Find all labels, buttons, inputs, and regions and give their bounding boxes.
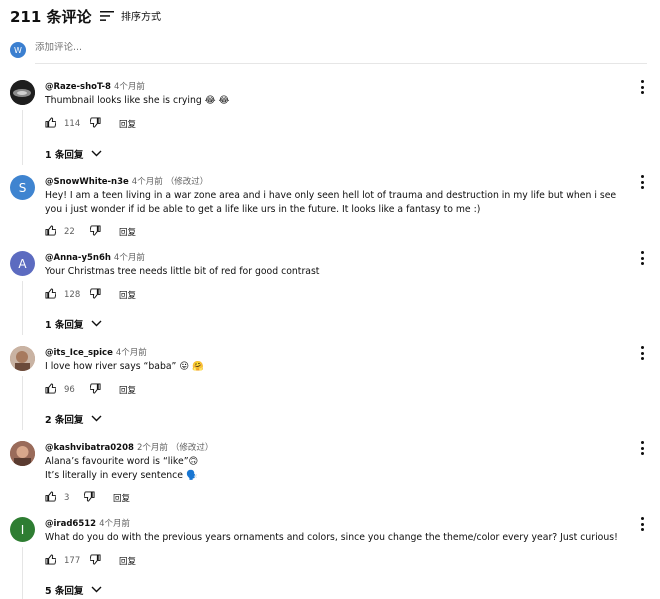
like-icon[interactable]: [45, 491, 57, 505]
dislike-icon[interactable]: [89, 554, 101, 568]
comment-count: 211 条评论: [10, 8, 92, 26]
avatar[interactable]: A: [10, 251, 35, 276]
like-count: 22: [64, 227, 75, 237]
chevron-down-icon: [91, 319, 102, 330]
comment-time[interactable]: 4个月前: [114, 253, 145, 263]
like-icon[interactable]: [45, 225, 57, 239]
comment-author[interactable]: @kashvibatra0208: [45, 443, 134, 453]
edited-label: （修改过）: [165, 177, 209, 187]
sort-label: 排序方式: [121, 12, 161, 23]
like-count: 3: [64, 493, 70, 503]
sort-icon: [100, 10, 114, 22]
reply-button[interactable]: 回复: [119, 118, 136, 130]
comment-text: I love how river says “baba” 😛 🤗: [45, 361, 204, 372]
add-comment-input[interactable]: [35, 42, 635, 53]
comment-text: Alana’s favourite word is “like”🙃 It’s li…: [45, 456, 199, 481]
comment-author[interactable]: @its_Ice_spice: [45, 348, 113, 358]
more-actions-icon[interactable]: [638, 346, 646, 360]
comment-author[interactable]: @Raze-shoT-8: [45, 82, 111, 92]
reply-button[interactable]: 回复: [119, 555, 136, 567]
chevron-down-icon: [91, 585, 102, 596]
edited-label: （修改过）: [170, 443, 214, 453]
current-user-avatar: W: [10, 42, 26, 58]
like-count: 96: [64, 385, 75, 395]
like-count: 114: [64, 119, 81, 129]
replies-label: 1 条回复: [45, 320, 84, 331]
more-actions-icon[interactable]: [638, 80, 646, 94]
thread-line: [22, 281, 23, 335]
replies-label: 2 条回复: [45, 415, 84, 426]
avatar[interactable]: [10, 441, 35, 466]
reply-button[interactable]: 回复: [119, 226, 136, 238]
comment-text: Your Christmas tree needs little bit of …: [45, 266, 320, 277]
like-icon[interactable]: [45, 554, 57, 568]
dislike-icon[interactable]: [89, 225, 101, 239]
avatar[interactable]: S: [10, 175, 35, 200]
comment-author[interactable]: @irad6512: [45, 519, 96, 529]
dislike-icon[interactable]: [83, 491, 95, 505]
thread-line: [22, 547, 23, 599]
more-actions-icon[interactable]: [638, 175, 646, 189]
like-icon[interactable]: [45, 117, 57, 131]
chevron-down-icon: [91, 149, 102, 160]
avatar[interactable]: [10, 346, 35, 371]
more-actions-icon[interactable]: [638, 251, 646, 265]
comment-text: Hey! I am a teen living in a war zone ar…: [45, 190, 617, 215]
avatar[interactable]: [10, 80, 35, 105]
like-icon[interactable]: [45, 288, 57, 302]
like-count: 128: [64, 290, 81, 300]
reply-button[interactable]: 回复: [119, 384, 136, 396]
comment-text: Thumbnail looks like she is crying 😂 😂: [45, 95, 230, 106]
sort-button[interactable]: 排序方式: [100, 8, 161, 23]
comment-time[interactable]: 4个月前: [114, 82, 145, 92]
comment-time[interactable]: 4个月前: [132, 177, 163, 187]
dislike-icon[interactable]: [89, 117, 101, 131]
comment-text: What do you do with the previous years o…: [45, 532, 618, 543]
chevron-down-icon: [91, 414, 102, 425]
like-icon[interactable]: [45, 383, 57, 397]
input-underline: [35, 63, 647, 64]
show-replies-button[interactable]: 2 条回复: [45, 412, 102, 426]
reply-button[interactable]: 回复: [119, 289, 136, 301]
more-actions-icon[interactable]: [638, 441, 646, 455]
like-count: 177: [64, 556, 81, 566]
dislike-icon[interactable]: [89, 383, 101, 397]
comment-time[interactable]: 4个月前: [116, 348, 147, 358]
more-actions-icon[interactable]: [638, 517, 646, 531]
comment-time[interactable]: 4个月前: [99, 519, 130, 529]
thread-line: [22, 376, 23, 430]
avatar[interactable]: I: [10, 517, 35, 542]
show-replies-button[interactable]: 1 条回复: [45, 147, 102, 161]
show-replies-button[interactable]: 5 条回复: [45, 583, 102, 597]
reply-button[interactable]: 回复: [113, 492, 130, 504]
dislike-icon[interactable]: [89, 288, 101, 302]
thread-line: [22, 110, 23, 165]
replies-label: 5 条回复: [45, 586, 84, 597]
replies-label: 1 条回复: [45, 150, 84, 161]
show-replies-button[interactable]: 1 条回复: [45, 317, 102, 331]
comment-author[interactable]: @Anna-y5n6h: [45, 253, 111, 263]
comment-time[interactable]: 2个月前: [137, 443, 168, 453]
comment-author[interactable]: @SnowWhite-n3e: [45, 177, 129, 187]
